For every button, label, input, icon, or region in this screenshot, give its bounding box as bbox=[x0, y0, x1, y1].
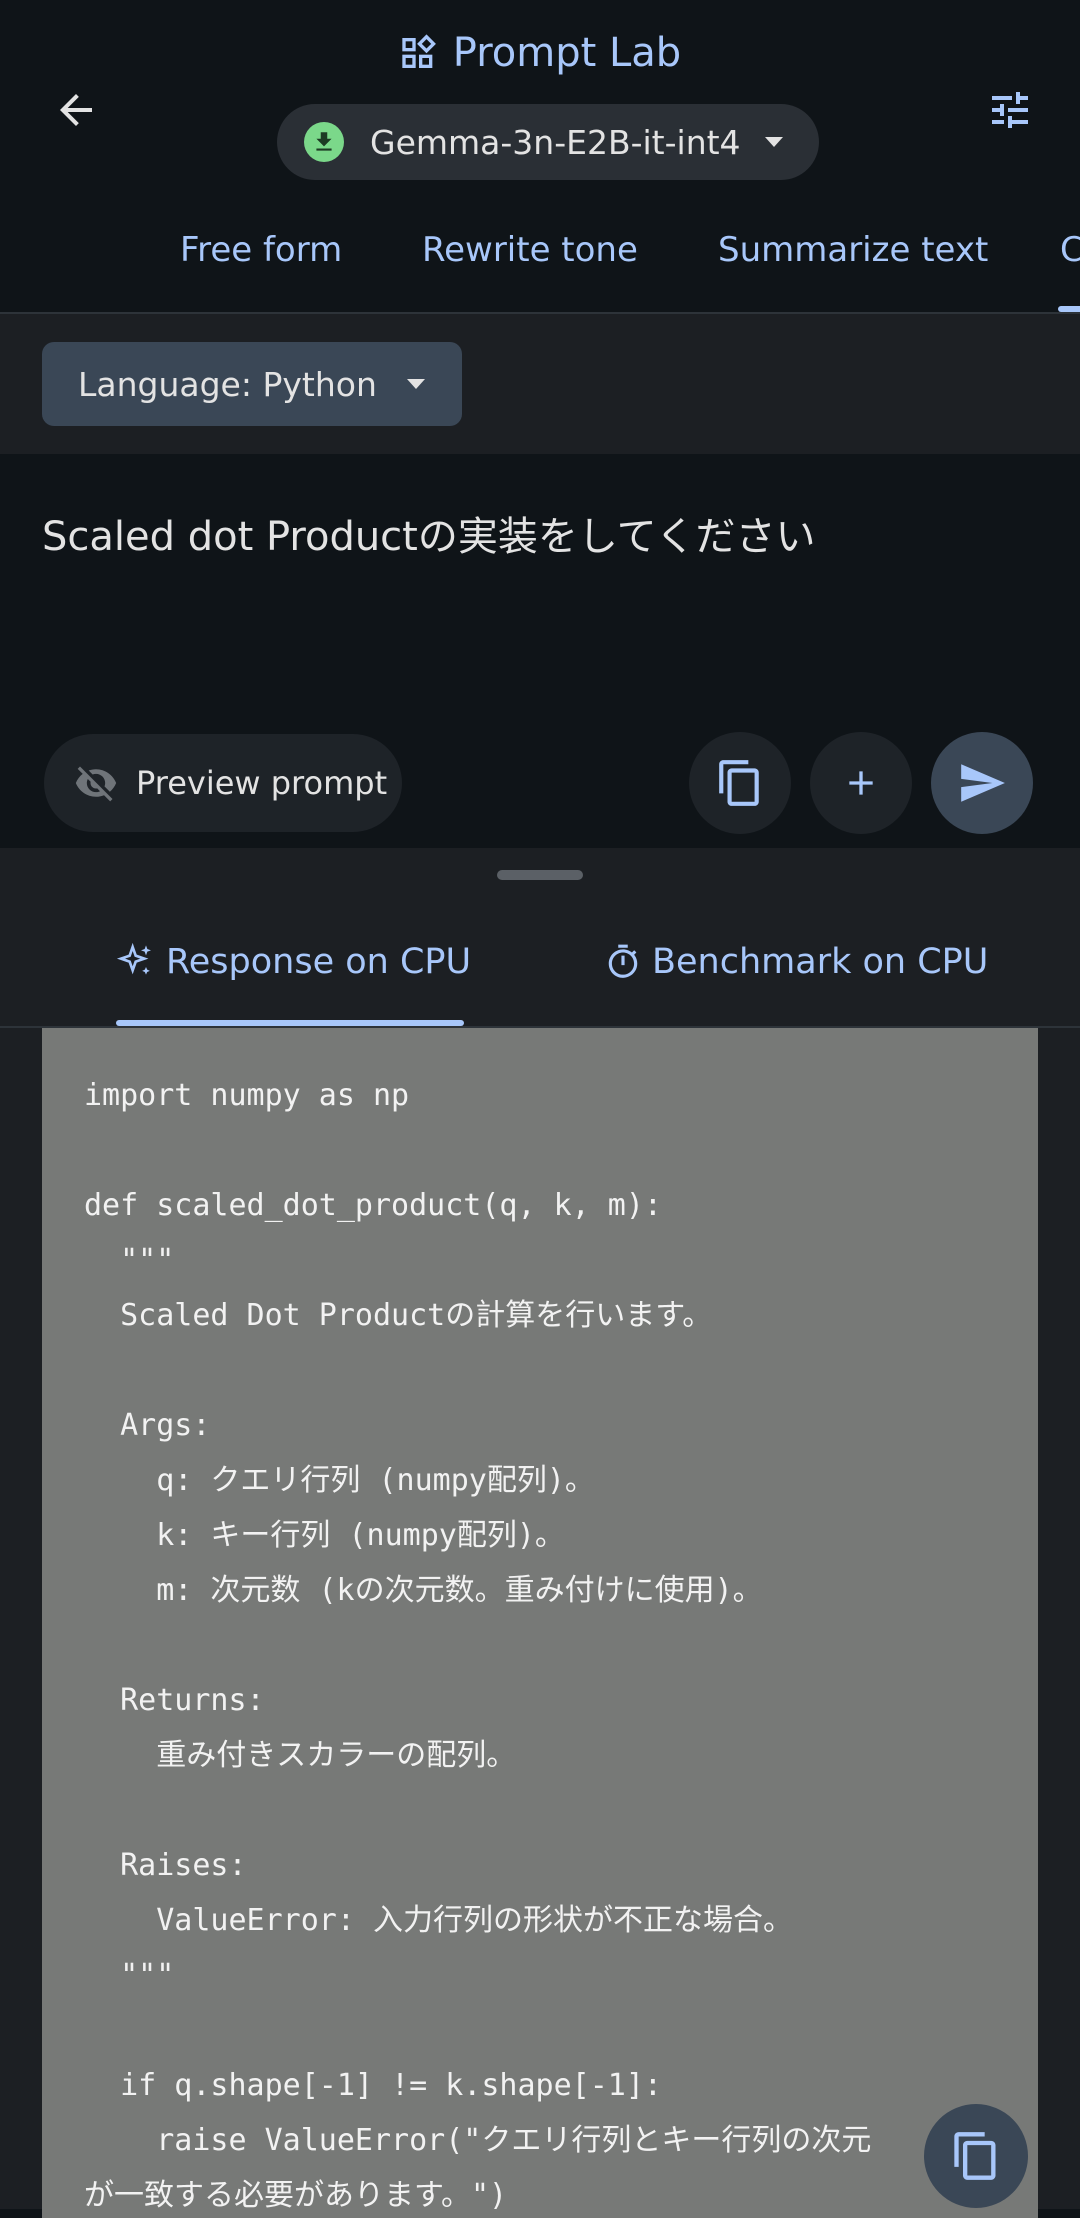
tab-rewrite-tone[interactable]: Rewrite tone bbox=[422, 230, 638, 270]
tab-code[interactable]: C bbox=[1060, 230, 1080, 270]
dropdown-caret-icon bbox=[406, 379, 425, 389]
task-tabs: Free form Rewrite tone Summarize text C bbox=[0, 220, 1080, 312]
tab-free-form[interactable]: Free form bbox=[180, 230, 342, 270]
back-button[interactable] bbox=[36, 70, 116, 150]
send-button[interactable] bbox=[931, 732, 1033, 834]
tab-summarize-text[interactable]: Summarize text bbox=[718, 230, 988, 270]
arrow-back-icon bbox=[60, 94, 92, 126]
tab-response[interactable]: Response on CPU bbox=[116, 942, 471, 982]
widgets-icon bbox=[402, 34, 436, 68]
copy-response-button[interactable] bbox=[924, 2104, 1028, 2208]
visibility-off-icon bbox=[75, 766, 117, 802]
app-title: Prompt Lab bbox=[0, 30, 1080, 76]
download-icon bbox=[304, 122, 344, 162]
page-title: Prompt Lab bbox=[452, 30, 682, 76]
preview-prompt-label: Preview prompt bbox=[136, 764, 388, 802]
drag-handle[interactable] bbox=[497, 870, 583, 880]
add-button[interactable] bbox=[810, 732, 912, 834]
code-block: import numpy as np def scaled_dot_produc… bbox=[42, 1028, 1038, 2218]
copy-icon bbox=[719, 760, 759, 806]
model-selector[interactable]: Gemma-3n-E2B-it-int4 bbox=[277, 104, 819, 180]
model-name: Gemma-3n-E2B-it-int4 bbox=[370, 122, 741, 162]
top-app-bar: Prompt Lab Gemma-3n-E2B-it-int4 Free for… bbox=[0, 0, 1080, 314]
send-icon bbox=[961, 764, 1005, 802]
language-row: Language: Python bbox=[0, 314, 1080, 454]
prompt-text[interactable]: Scaled dot Productの実装をしてください bbox=[42, 504, 815, 562]
benchmark-tab-label: Benchmark on CPU bbox=[652, 942, 989, 982]
language-selector[interactable]: Language: Python bbox=[42, 342, 462, 426]
plus-icon bbox=[849, 771, 873, 795]
timer-icon bbox=[608, 944, 638, 978]
sparkle-icon bbox=[116, 942, 151, 975]
dropdown-caret-icon bbox=[764, 137, 783, 147]
response-sheet: Response on CPU Benchmark on CPU import … bbox=[0, 848, 1080, 2218]
response-tab-label: Response on CPU bbox=[166, 942, 472, 982]
tune-icon bbox=[992, 92, 1028, 128]
prompt-input-area[interactable]: Scaled dot Productの実装をしてください Preview pro… bbox=[0, 454, 1080, 848]
tab-benchmark[interactable]: Benchmark on CPU bbox=[604, 942, 988, 982]
copy-icon bbox=[954, 2132, 996, 2180]
copy-prompt-button[interactable] bbox=[689, 732, 791, 834]
preview-prompt-button[interactable]: Preview prompt bbox=[44, 734, 402, 832]
code-text: import numpy as np def scaled_dot_produc… bbox=[84, 1078, 872, 2213]
language-label: Language: Python bbox=[78, 364, 377, 404]
settings-button[interactable] bbox=[970, 70, 1050, 150]
